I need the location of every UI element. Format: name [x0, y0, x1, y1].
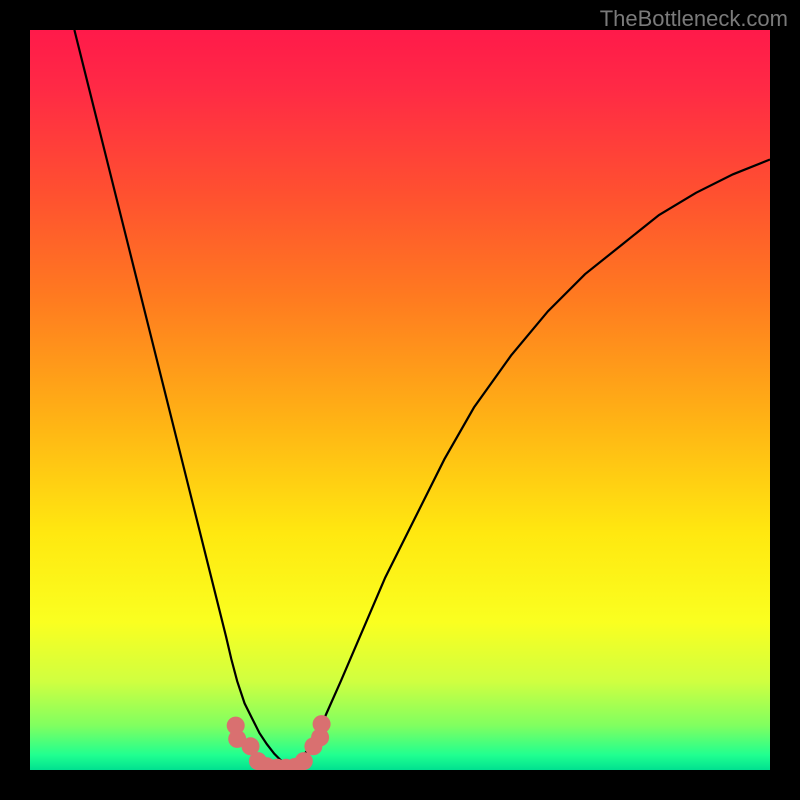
chart-svg — [30, 30, 770, 770]
left-curve-line — [74, 30, 289, 767]
scatter-dot — [295, 752, 313, 770]
scatter-dots-group — [227, 715, 331, 770]
watermark-text: TheBottleneck.com — [600, 6, 788, 32]
chart-plot-area — [30, 30, 770, 770]
scatter-dot — [313, 715, 331, 733]
right-curve-line — [289, 160, 770, 768]
